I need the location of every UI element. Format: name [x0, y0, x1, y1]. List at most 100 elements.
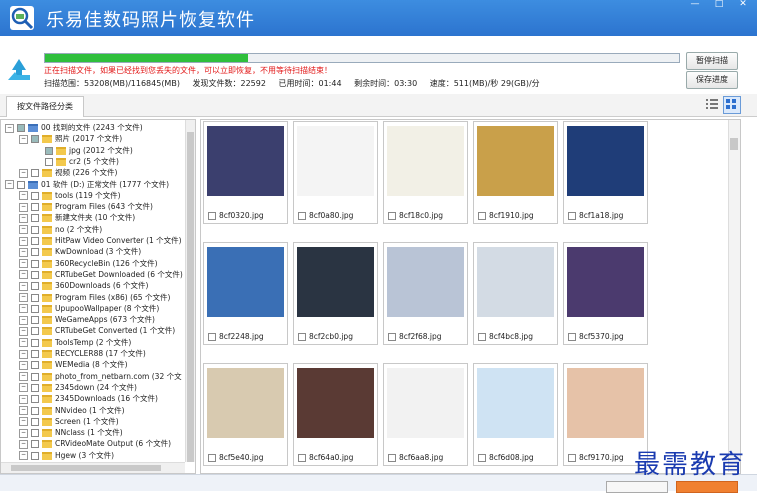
- tree-checkbox[interactable]: [31, 135, 39, 144]
- expand-toggle-icon[interactable]: −: [19, 439, 28, 449]
- tree-checkbox[interactable]: [31, 248, 39, 257]
- tree-row[interactable]: − NNvideo (1 个文件): [19, 405, 125, 416]
- photo-thumbnail[interactable]: [297, 126, 374, 196]
- thumbnail-card[interactable]: 8cf2248.jpg: [203, 242, 288, 345]
- tree-row[interactable]: − Program Files (643 个文件): [19, 201, 153, 212]
- expand-toggle-icon[interactable]: −: [19, 326, 28, 336]
- tree-row[interactable]: − HitPaw Video Converter (1 个文件): [19, 235, 182, 246]
- tree-checkbox[interactable]: [31, 451, 39, 460]
- thumbnail-card[interactable]: 8cf1a18.jpg: [563, 121, 648, 224]
- tree-row[interactable]: − Hgew (3 个文件): [19, 450, 114, 461]
- tree-checkbox[interactable]: [31, 383, 39, 392]
- expand-toggle-icon[interactable]: −: [19, 406, 28, 415]
- tree-row[interactable]: − photo_from_netbarn.com (32 个文: [19, 371, 182, 382]
- tree-checkbox[interactable]: [31, 350, 39, 358]
- tree-checkbox[interactable]: [31, 282, 39, 291]
- tree-row[interactable]: − 360Downloads (6 个文件): [19, 280, 148, 291]
- tree-row[interactable]: − 360RecycleBin (126 个文件): [19, 258, 158, 269]
- thumbnail-checkbox[interactable]: [478, 454, 486, 462]
- expand-toggle-icon[interactable]: −: [19, 451, 28, 461]
- tree-checkbox[interactable]: [31, 338, 39, 347]
- tree-scroll-thumb[interactable]: [187, 132, 194, 462]
- tree-checkbox[interactable]: [31, 214, 39, 223]
- tree-row[interactable]: − KwDownload (3 个文件): [19, 246, 141, 257]
- expand-toggle-icon[interactable]: −: [19, 191, 28, 201]
- photo-thumbnail[interactable]: [387, 368, 464, 438]
- thumbnail-checkbox[interactable]: [568, 454, 576, 462]
- thumbnail-checkbox[interactable]: [478, 333, 486, 341]
- thumbnail-checkbox[interactable]: [208, 212, 216, 220]
- bottom-button[interactable]: [606, 481, 668, 493]
- grid-scroll-thumb[interactable]: [730, 138, 738, 150]
- thumbnail-card[interactable]: 8cf1910.jpg: [473, 121, 558, 224]
- photo-thumbnail[interactable]: [477, 126, 554, 196]
- expand-toggle-icon[interactable]: −: [19, 281, 28, 291]
- photo-thumbnail[interactable]: [207, 368, 284, 438]
- thumbnail-checkbox[interactable]: [298, 333, 306, 341]
- tree-row[interactable]: − 2345Downloads (16 个文件): [19, 393, 158, 404]
- tab-by-file-path[interactable]: 按文件路径分类: [6, 96, 84, 117]
- thumbnail-card[interactable]: 8cf4bc8.jpg: [473, 242, 558, 345]
- thumbnail-card[interactable]: 8cf0320.jpg: [203, 121, 288, 224]
- thumbnail-card[interactable]: 8cf5e40.jpg: [203, 363, 288, 466]
- thumbnail-checkbox[interactable]: [568, 212, 576, 220]
- photo-thumbnail[interactable]: [477, 247, 554, 317]
- thumbnail-card[interactable]: 8cf2f68.jpg: [383, 242, 468, 345]
- photo-thumbnail[interactable]: [567, 247, 644, 317]
- tree-checkbox[interactable]: [31, 259, 39, 268]
- tree-checkbox[interactable]: [31, 395, 39, 404]
- maximize-icon[interactable]: □: [712, 0, 726, 12]
- thumbnail-card[interactable]: 8cf6d08.jpg: [473, 363, 558, 466]
- thumbnail-card[interactable]: 8cf0a80.jpg: [293, 121, 378, 224]
- tree-checkbox[interactable]: [31, 293, 39, 302]
- tree-row[interactable]: cr2 (5 个文件): [33, 156, 119, 167]
- expand-toggle-icon[interactable]: −: [19, 270, 28, 280]
- thumbnail-checkbox[interactable]: [478, 212, 486, 220]
- tree-checkbox[interactable]: [31, 191, 39, 200]
- expand-toggle-icon[interactable]: −: [19, 213, 28, 223]
- expand-toggle-icon[interactable]: −: [19, 293, 28, 302]
- tree-checkbox[interactable]: [31, 327, 39, 336]
- photo-thumbnail[interactable]: [567, 368, 644, 438]
- photo-thumbnail[interactable]: [297, 368, 374, 438]
- tree-row[interactable]: − tools (119 个文件): [19, 190, 121, 201]
- thumbnail-checkbox[interactable]: [568, 333, 576, 341]
- tree-checkbox[interactable]: [31, 361, 39, 370]
- expand-toggle-icon[interactable]: −: [19, 394, 28, 404]
- tree-checkbox[interactable]: [31, 372, 39, 381]
- expand-toggle-icon[interactable]: −: [19, 259, 28, 269]
- tree-checkbox[interactable]: [45, 146, 53, 155]
- thumbnail-checkbox[interactable]: [388, 212, 396, 220]
- tree-row[interactable]: − 新建文件夹 (10 个文件): [19, 212, 135, 223]
- thumbnail-checkbox[interactable]: [388, 333, 396, 341]
- thumbnail-card[interactable]: 8cf6aa8.jpg: [383, 363, 468, 466]
- tree-row[interactable]: − CRTubeGet Downloaded (6 个文件): [19, 269, 183, 280]
- close-icon[interactable]: ✕: [736, 0, 750, 12]
- minimize-icon[interactable]: —: [688, 0, 702, 12]
- photo-thumbnail[interactable]: [567, 126, 644, 196]
- thumbnail-checkbox[interactable]: [388, 454, 396, 462]
- tree-row[interactable]: − 视频 (226 个文件): [19, 167, 117, 178]
- thumbnail-card[interactable]: 8cf5370.jpg: [563, 242, 648, 345]
- expand-toggle-icon[interactable]: −: [19, 417, 28, 427]
- expand-toggle-icon[interactable]: −: [19, 134, 28, 144]
- tree-checkbox[interactable]: [31, 203, 39, 212]
- expand-toggle-icon[interactable]: −: [19, 168, 28, 178]
- list-view-icon[interactable]: [706, 98, 718, 110]
- photo-thumbnail[interactable]: [387, 247, 464, 317]
- photo-thumbnail[interactable]: [387, 126, 464, 196]
- save-progress-button[interactable]: 保存进度: [686, 71, 738, 89]
- expand-toggle-icon[interactable]: −: [19, 247, 28, 257]
- expand-toggle-icon[interactable]: −: [19, 383, 28, 393]
- tree-row[interactable]: − 2345down (24 个文件): [19, 382, 137, 393]
- tree-row[interactable]: − Program Files (x86) (65 个文件): [19, 292, 170, 303]
- tree-row[interactable]: − 00 找到的文件 (2243 个文件): [5, 122, 143, 133]
- expand-toggle-icon[interactable]: −: [19, 338, 28, 348]
- thumbnail-checkbox[interactable]: [208, 454, 216, 462]
- expand-toggle-icon[interactable]: −: [19, 304, 28, 314]
- tree-row[interactable]: − NNclass (1 个文件): [19, 427, 123, 438]
- expand-toggle-icon[interactable]: −: [19, 360, 28, 370]
- expand-toggle-icon[interactable]: −: [19, 236, 28, 246]
- tree-checkbox[interactable]: [45, 157, 53, 166]
- tree-row[interactable]: − no (2 个文件): [19, 224, 102, 235]
